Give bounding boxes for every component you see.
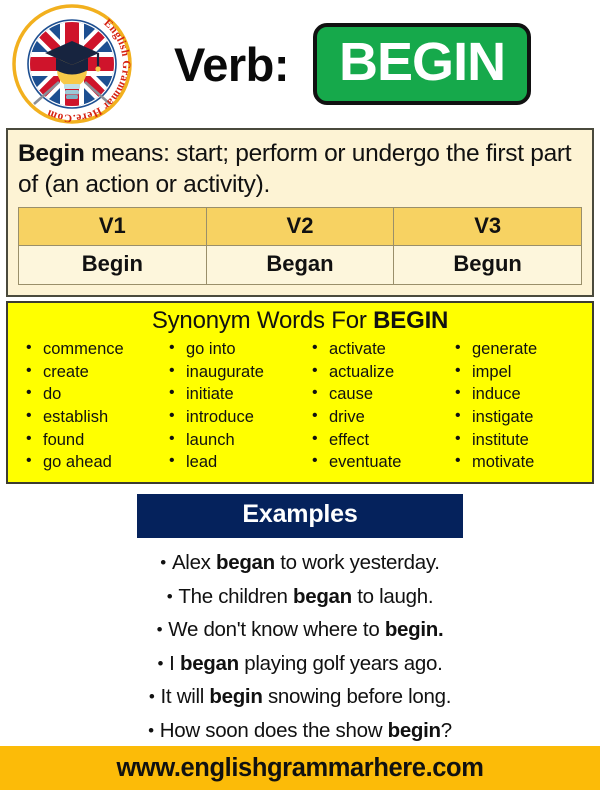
synonyms-title: Synonym Words For BEGIN: [14, 307, 586, 338]
example-item: • I began playing golf years ago.: [0, 647, 600, 681]
synonym-item: institute: [453, 428, 586, 452]
synonym-item: commence: [24, 337, 157, 361]
verb-forms-table: V1 V2 V3 Begin Began Begun: [18, 207, 582, 286]
example-before: I: [169, 651, 180, 675]
bullet-icon: •: [156, 620, 163, 640]
infographic-page: English Grammar Here.Com Verb: BEGIN Beg…: [0, 0, 600, 790]
synonym-item: found: [24, 428, 157, 452]
synonym-item: create: [24, 360, 157, 384]
synonym-item: actualize: [310, 360, 443, 384]
definition-panel: Begin means: start; perform or undergo t…: [6, 128, 594, 298]
synonyms-title-prefix: Synonym Words For: [151, 307, 374, 335]
example-keyword: begin.: [384, 618, 444, 642]
synonym-item: introduce: [167, 405, 300, 429]
example-keyword: begin: [209, 685, 263, 709]
example-keyword: began: [179, 651, 239, 675]
example-item: • How soon does the show begin?: [0, 714, 600, 748]
site-logo: English Grammar Here.Com: [12, 4, 132, 124]
synonym-item: activate: [310, 337, 443, 361]
synonyms-column-4: generate impel induce instigate institut…: [443, 337, 586, 474]
synonym-item: instigate: [453, 405, 586, 429]
bullet-icon: •: [166, 586, 173, 606]
verb-form-v1: Begin: [18, 245, 207, 286]
example-before: How soon does the show: [159, 718, 388, 742]
synonym-item: eventuate: [310, 450, 443, 474]
example-after: to laugh.: [351, 584, 434, 608]
bullet-icon: •: [148, 720, 154, 740]
synonyms-column-3: activate actualize cause drive effect ev…: [300, 337, 443, 474]
example-before: We don't know where to: [168, 618, 385, 642]
verb-label: Verb:: [174, 37, 290, 91]
synonym-item: impel: [453, 360, 586, 384]
synonym-item: go into: [167, 337, 300, 361]
header: English Grammar Here.Com Verb: BEGIN: [0, 0, 600, 128]
bullet-icon: •: [160, 553, 166, 573]
definition-text: Begin means: start; perform or undergo t…: [18, 138, 582, 200]
synonym-item: generate: [453, 337, 586, 361]
example-after: ?: [440, 718, 452, 742]
synonym-item: motivate: [453, 450, 586, 474]
synonyms-column-1: commence create do establish found go ah…: [14, 337, 157, 474]
synonym-item: do: [24, 382, 157, 406]
footer-url: www.englishgrammarhere.com: [116, 753, 484, 782]
verb-name-badge: BEGIN: [313, 23, 532, 105]
synonym-item: establish: [24, 405, 157, 429]
example-item: • It will begin snowing before long.: [0, 681, 600, 715]
verb-forms-header-row: V1 V2 V3: [18, 207, 582, 247]
verb-name-text: BEGIN: [339, 32, 506, 92]
synonyms-title-word: BEGIN: [373, 307, 449, 335]
synonym-item: launch: [167, 428, 300, 452]
synonym-item: induce: [453, 382, 586, 406]
example-item: • Alex began to work yesterday.: [0, 547, 600, 581]
synonym-item: lead: [167, 450, 300, 474]
synonyms-column-2: go into inaugurate initiate introduce la…: [157, 337, 300, 474]
verb-forms-header-v1: V1: [18, 207, 207, 247]
synonym-item: drive: [310, 405, 443, 429]
example-before: Alex: [171, 551, 217, 575]
footer-bar: www.englishgrammarhere.com: [0, 746, 600, 790]
synonyms-columns: commence create do establish found go ah…: [14, 337, 586, 474]
examples-section: Examples • Alex began to work yesterday. …: [0, 493, 600, 748]
example-before: It will: [160, 685, 210, 709]
example-item: • The children began to laugh.: [0, 580, 600, 614]
example-after: snowing before long.: [262, 685, 452, 709]
verb-form-v2: Began: [205, 245, 395, 286]
example-keyword: began: [216, 551, 275, 575]
synonym-item: inaugurate: [167, 360, 300, 384]
example-item: • We don't know where to begin.: [0, 614, 600, 648]
example-after: playing golf years ago.: [238, 651, 443, 675]
logo-badge-icon: English Grammar Here.Com: [12, 4, 132, 124]
synonym-item: effect: [310, 428, 443, 452]
bullet-icon: •: [148, 687, 155, 707]
example-before: The children: [178, 584, 294, 608]
examples-banner: Examples: [137, 493, 463, 538]
examples-list: • Alex began to work yesterday. • The chil…: [0, 547, 600, 748]
example-keyword: begin: [387, 718, 441, 742]
bullet-icon: •: [157, 653, 164, 673]
synonyms-panel: Synonym Words For BEGIN commence create …: [6, 301, 594, 484]
synonym-item: initiate: [167, 382, 300, 406]
verb-forms-header-v2: V2: [205, 207, 395, 247]
verb-form-v3: Begun: [393, 245, 582, 286]
synonym-item: go ahead: [24, 450, 157, 474]
example-keyword: began: [293, 584, 352, 608]
verb-forms-value-row: Begin Began Begun: [18, 245, 582, 286]
verb-forms-header-v3: V3: [393, 207, 582, 247]
definition-rest: means: start; perform or undergo the fir…: [18, 140, 572, 199]
example-after: to work yesterday.: [274, 551, 440, 575]
definition-word: Begin: [18, 140, 85, 167]
synonym-item: cause: [310, 382, 443, 406]
